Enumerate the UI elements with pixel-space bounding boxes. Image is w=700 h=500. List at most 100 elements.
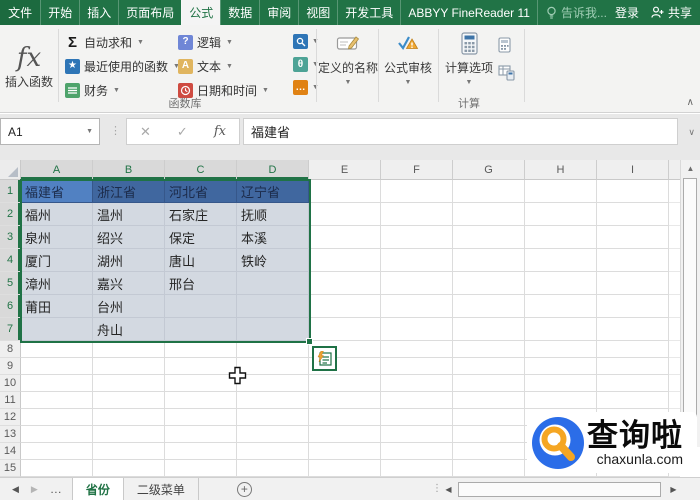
cell-C12[interactable] [165, 409, 237, 426]
row-header-11[interactable]: 11 [0, 392, 21, 409]
cell-A7[interactable] [21, 318, 93, 341]
cell-B11[interactable] [93, 392, 165, 409]
cell-F9[interactable] [381, 358, 453, 375]
cell-I9[interactable] [597, 358, 669, 375]
column-header-E[interactable]: E [309, 160, 381, 180]
cell-A10[interactable] [21, 375, 93, 392]
cell-A15[interactable] [21, 460, 93, 477]
insert-function-icon[interactable]: fx [214, 124, 226, 139]
cell-F15[interactable] [381, 460, 453, 477]
cell-G4[interactable] [453, 249, 525, 272]
cell-A9[interactable] [21, 358, 93, 375]
cell-A4[interactable]: 厦门 [21, 249, 93, 272]
cell-A8[interactable] [21, 341, 93, 358]
cell-I2[interactable] [597, 203, 669, 226]
ribbon-tab-3[interactable]: 公式 [181, 0, 221, 25]
cell-G3[interactable] [453, 226, 525, 249]
cell-B9[interactable] [93, 358, 165, 375]
cancel-button[interactable]: ✕ [140, 124, 151, 140]
cell-G1[interactable] [453, 180, 525, 203]
cell-B1[interactable]: 浙江省 [93, 180, 165, 203]
cell-D1[interactable]: 辽宁省 [237, 180, 309, 203]
row-header-6[interactable]: 6 [0, 295, 21, 318]
cell-C4[interactable]: 唐山 [165, 249, 237, 272]
row-header-4[interactable]: 4 [0, 249, 21, 272]
share-button[interactable]: 共享 [651, 4, 692, 21]
cell-E6[interactable] [309, 295, 381, 318]
cell-E13[interactable] [309, 426, 381, 443]
cell-F13[interactable] [381, 426, 453, 443]
cell-C1[interactable]: 河北省 [165, 180, 237, 203]
ribbon-tab-0[interactable]: 开始 [40, 0, 79, 25]
cell-B12[interactable] [93, 409, 165, 426]
calculate-sheet-button[interactable] [498, 61, 515, 84]
cell-C2[interactable]: 石家庄 [165, 203, 237, 226]
cell-H6[interactable] [525, 295, 597, 318]
cell-E10[interactable] [309, 375, 381, 392]
cell-B13[interactable] [93, 426, 165, 443]
horizontal-scrollbar-thumb[interactable] [458, 482, 661, 497]
column-header-F[interactable]: F [381, 160, 453, 180]
ribbon-tab-5[interactable]: 审阅 [259, 0, 298, 25]
scroll-right-icon[interactable]: ▶ [666, 482, 681, 497]
cell-B6[interactable]: 台州 [93, 295, 165, 318]
prev-sheet-icon[interactable]: ◀ [12, 484, 19, 495]
cell-D6[interactable] [237, 295, 309, 318]
cell-H9[interactable] [525, 358, 597, 375]
vertical-scrollbar[interactable]: ▲ ▼ [680, 160, 700, 447]
cell-G9[interactable] [453, 358, 525, 375]
row-header-5[interactable]: 5 [0, 272, 21, 295]
ribbon-tab-1[interactable]: 插入 [79, 0, 118, 25]
ribbon-tab-7[interactable]: 开发工具 [337, 0, 400, 25]
column-header-D[interactable]: D [237, 160, 309, 180]
cell-H10[interactable] [525, 375, 597, 392]
calculation-options-button[interactable]: 计算选项 ▼ [442, 29, 496, 86]
ribbon-tab-2[interactable]: 页面布局 [118, 0, 181, 25]
enter-button[interactable]: ✓ [177, 124, 188, 140]
name-box-dropdown-icon[interactable]: ▼ [86, 128, 99, 135]
cell-H2[interactable] [525, 203, 597, 226]
cell-F2[interactable] [381, 203, 453, 226]
sheet-tab-1[interactable]: 二级菜单 [124, 478, 199, 500]
row-header-15[interactable]: 15 [0, 460, 21, 477]
cell-C15[interactable] [165, 460, 237, 477]
cell-E3[interactable] [309, 226, 381, 249]
horizontal-scrollbar[interactable] [457, 482, 664, 497]
cell-H8[interactable] [525, 341, 597, 358]
cell-D10[interactable] [237, 375, 309, 392]
cell-D2[interactable]: 抚顺 [237, 203, 309, 226]
cell-F11[interactable] [381, 392, 453, 409]
cell-C7[interactable] [165, 318, 237, 341]
cell-B5[interactable]: 嘉兴 [93, 272, 165, 295]
cell-F1[interactable] [381, 180, 453, 203]
cell-H5[interactable] [525, 272, 597, 295]
cell-I8[interactable] [597, 341, 669, 358]
cell-A1[interactable]: 福建省 [21, 180, 93, 203]
column-header-C[interactable]: C [165, 160, 237, 180]
row-header-12[interactable]: 12 [0, 409, 21, 426]
cell-A5[interactable]: 漳州 [21, 272, 93, 295]
cell-E11[interactable] [309, 392, 381, 409]
scroll-up-icon[interactable]: ▲ [681, 160, 700, 176]
collapse-ribbon-button[interactable]: ∧ [687, 97, 694, 108]
cell-D13[interactable] [237, 426, 309, 443]
cell-E14[interactable] [309, 443, 381, 460]
row-header-2[interactable]: 2 [0, 203, 21, 226]
cell-I10[interactable] [597, 375, 669, 392]
scroll-left-icon[interactable]: ◀ [441, 482, 456, 497]
cell-G7[interactable] [453, 318, 525, 341]
cell-A6[interactable]: 莆田 [21, 295, 93, 318]
cell-C14[interactable] [165, 443, 237, 460]
expand-formula-bar-icon[interactable]: ∨ [688, 127, 695, 138]
quick-analysis-button[interactable] [312, 346, 337, 371]
cell-E1[interactable] [309, 180, 381, 203]
cell-A13[interactable] [21, 426, 93, 443]
cell-G11[interactable] [453, 392, 525, 409]
cell-G14[interactable] [453, 443, 525, 460]
cell-D11[interactable] [237, 392, 309, 409]
cell-G15[interactable] [453, 460, 525, 477]
cell-I7[interactable] [597, 318, 669, 341]
more-sheets-icon[interactable]: … [50, 482, 62, 496]
cell-B14[interactable] [93, 443, 165, 460]
cell-H7[interactable] [525, 318, 597, 341]
